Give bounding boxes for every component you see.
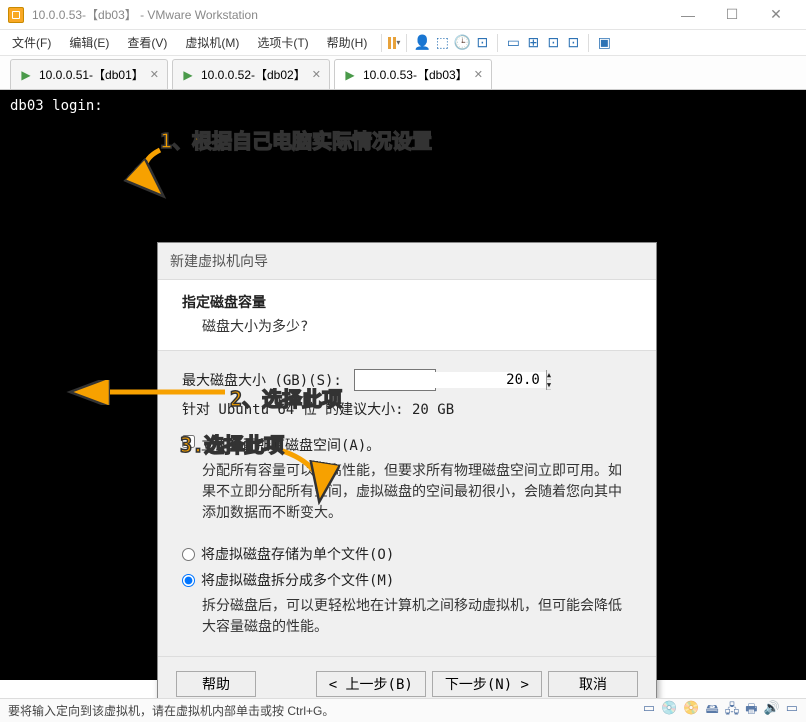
- tab-label: 10.0.0.53-【db03】: [363, 66, 468, 83]
- cancel-button[interactable]: 取消: [548, 671, 638, 697]
- menu-file[interactable]: 文件(F): [4, 30, 59, 55]
- app-icon: [8, 7, 24, 23]
- disk-size-stepper[interactable]: ▲ ▼: [354, 369, 436, 391]
- status-bar: 要将输入定向到该虚拟机，请在虚拟机内部单击或按 Ctrl+G。 ▭ 💿 📀 🖴 …: [0, 698, 806, 722]
- window-title: 10.0.0.53-【db03】 - VMware Workstation: [32, 6, 666, 23]
- status-icon[interactable]: ▭: [643, 700, 655, 722]
- arrow-icon: [110, 145, 180, 200]
- next-button[interactable]: 下一步(N) >: [432, 671, 542, 697]
- toolbar-icon[interactable]: ⊡: [544, 34, 562, 52]
- window-titlebar: 10.0.0.53-【db03】 - VMware Workstation — …: [0, 0, 806, 30]
- help-button[interactable]: 帮助: [176, 671, 256, 697]
- toolbar-icon[interactable]: ⬚: [433, 34, 451, 52]
- vm-console[interactable]: db03 login: 新建虚拟机向导 指定磁盘容量 磁盘大小为多少? 最大磁盘…: [0, 90, 806, 680]
- separator: [381, 34, 382, 52]
- status-icon[interactable]: 🖧: [725, 700, 740, 722]
- pause-icon[interactable]: [388, 37, 396, 49]
- spin-up-icon[interactable]: ▲: [547, 370, 551, 380]
- chevron-down-icon[interactable]: ▾: [396, 38, 400, 47]
- disk-size-input[interactable]: [355, 372, 546, 388]
- minimize-button[interactable]: —: [666, 0, 710, 30]
- menu-view[interactable]: 查看(V): [119, 30, 175, 55]
- tab-db03[interactable]: ▶ 10.0.0.53-【db03】 ✕: [334, 59, 492, 89]
- menu-vm[interactable]: 虚拟机(M): [177, 30, 247, 55]
- menu-edit[interactable]: 编辑(E): [61, 30, 117, 55]
- annotation-1: 1、根据自己电脑实际情况设置: [160, 125, 432, 154]
- toolbar-icon[interactable]: ▭: [504, 34, 522, 52]
- toolbar-icon[interactable]: ⊡: [473, 34, 491, 52]
- status-icon[interactable]: 🖶: [745, 700, 757, 722]
- status-text: 要将输入定向到该虚拟机，请在虚拟机内部单击或按 Ctrl+G。: [8, 702, 334, 719]
- menu-tabs[interactable]: 选项卡(T): [249, 30, 316, 55]
- separator: [406, 34, 407, 52]
- separator: [497, 34, 498, 52]
- menu-help[interactable]: 帮助(H): [319, 30, 376, 55]
- back-button[interactable]: < 上一步(B): [316, 671, 426, 697]
- toolbar-icon[interactable]: ⊡: [564, 34, 582, 52]
- allocate-now-label: 立即分配所有磁盘空间(A)。: [201, 435, 380, 455]
- status-icon[interactable]: 📀: [683, 700, 699, 722]
- disk-size-suggestion: 针对 Ubuntu 64 位 的建议大小: 20 GB: [182, 399, 632, 419]
- wizard-subheading: 磁盘大小为多少?: [182, 316, 632, 336]
- split-note: 拆分磁盘后，可以更轻松地在计算机之间移动虚拟机，但可能会降低大容量磁盘的性能。: [182, 596, 632, 638]
- tab-db01[interactable]: ▶ 10.0.0.51-【db01】 ✕: [10, 59, 168, 89]
- fullscreen-icon[interactable]: ▣: [595, 34, 613, 52]
- status-icon[interactable]: 🔊: [764, 700, 780, 722]
- close-window-button[interactable]: ✕: [754, 0, 798, 30]
- spin-down-icon[interactable]: ▼: [547, 380, 551, 390]
- dialog-title: 新建虚拟机向导: [158, 243, 656, 280]
- wizard-heading: 指定磁盘容量: [182, 292, 632, 312]
- vm-icon: ▶: [19, 68, 33, 82]
- status-icon[interactable]: 💿: [661, 700, 677, 722]
- disk-size-label: 最大磁盘大小 (GB)(S):: [182, 370, 342, 390]
- close-icon[interactable]: ✕: [150, 68, 159, 81]
- single-file-label: 将虚拟磁盘存储为单个文件(O): [201, 544, 394, 564]
- tab-strip: ▶ 10.0.0.51-【db01】 ✕ ▶ 10.0.0.52-【db02】 …: [0, 56, 806, 90]
- toolbar-icon[interactable]: 🕒: [453, 34, 471, 52]
- menubar: 文件(F) 编辑(E) 查看(V) 虚拟机(M) 选项卡(T) 帮助(H) ▾ …: [0, 30, 806, 56]
- toolbar-icon[interactable]: 👤: [413, 34, 431, 52]
- tab-db02[interactable]: ▶ 10.0.0.52-【db02】 ✕: [172, 59, 330, 89]
- status-icon[interactable]: 🖴: [706, 700, 719, 722]
- single-file-radio[interactable]: [182, 548, 195, 561]
- new-vm-wizard-dialog: 新建虚拟机向导 指定磁盘容量 磁盘大小为多少? 最大磁盘大小 (GB)(S): …: [157, 242, 657, 712]
- vm-icon: ▶: [181, 68, 195, 82]
- close-icon[interactable]: ✕: [474, 68, 483, 81]
- status-icons: ▭ 💿 📀 🖴 🖧 🖶 🔊 ▭: [643, 700, 798, 722]
- maximize-button[interactable]: ☐: [710, 0, 754, 30]
- console-prompt: db03 login:: [10, 98, 796, 114]
- status-icon[interactable]: ▭: [786, 700, 798, 722]
- separator: [588, 34, 589, 52]
- allocate-note: 分配所有容量可以提高性能，但要求所有物理磁盘空间立即可用。如果不立即分配所有空间…: [182, 461, 632, 524]
- close-icon[interactable]: ✕: [312, 68, 321, 81]
- toolbar-icon[interactable]: ⊞: [524, 34, 542, 52]
- tab-label: 10.0.0.52-【db02】: [201, 66, 306, 83]
- split-file-radio[interactable]: [182, 574, 195, 587]
- vm-icon: ▶: [343, 68, 357, 82]
- allocate-now-checkbox[interactable]: [182, 435, 195, 448]
- split-file-label: 将虚拟磁盘拆分成多个文件(M): [201, 570, 394, 590]
- tab-label: 10.0.0.51-【db01】: [39, 66, 144, 83]
